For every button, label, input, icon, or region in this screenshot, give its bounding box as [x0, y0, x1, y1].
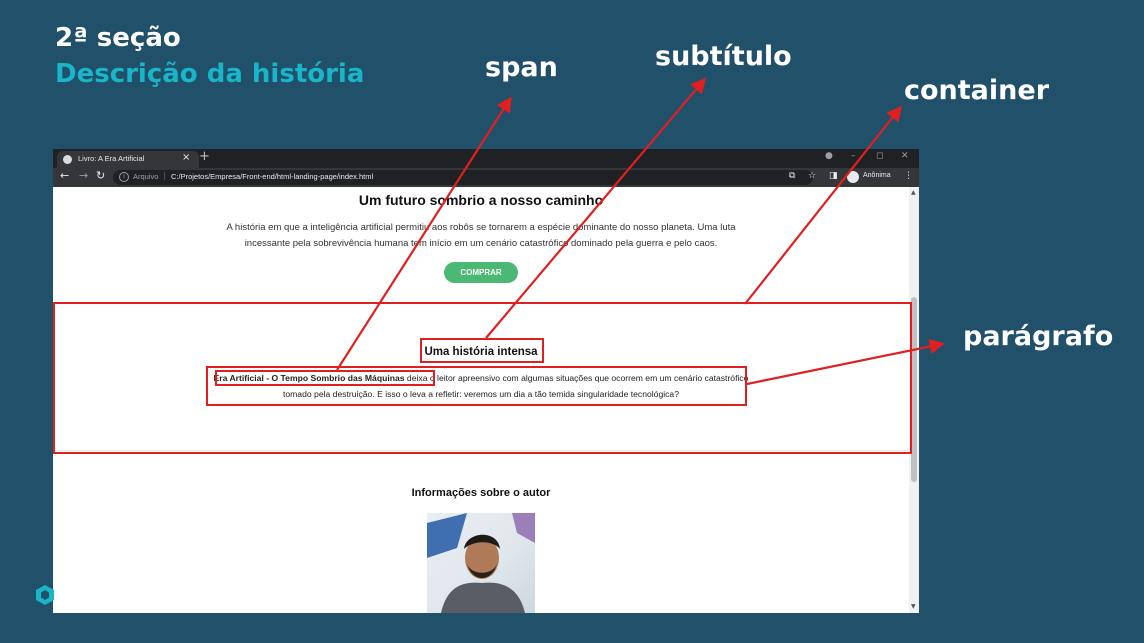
callout-arrows: [336, 77, 946, 386]
paragraph-arrow: [746, 338, 946, 386]
brand-logo-icon: [36, 585, 54, 605]
span-arrow: [336, 96, 512, 371]
container-arrow: [744, 105, 902, 305]
subtitle-arrow: [485, 77, 706, 339]
